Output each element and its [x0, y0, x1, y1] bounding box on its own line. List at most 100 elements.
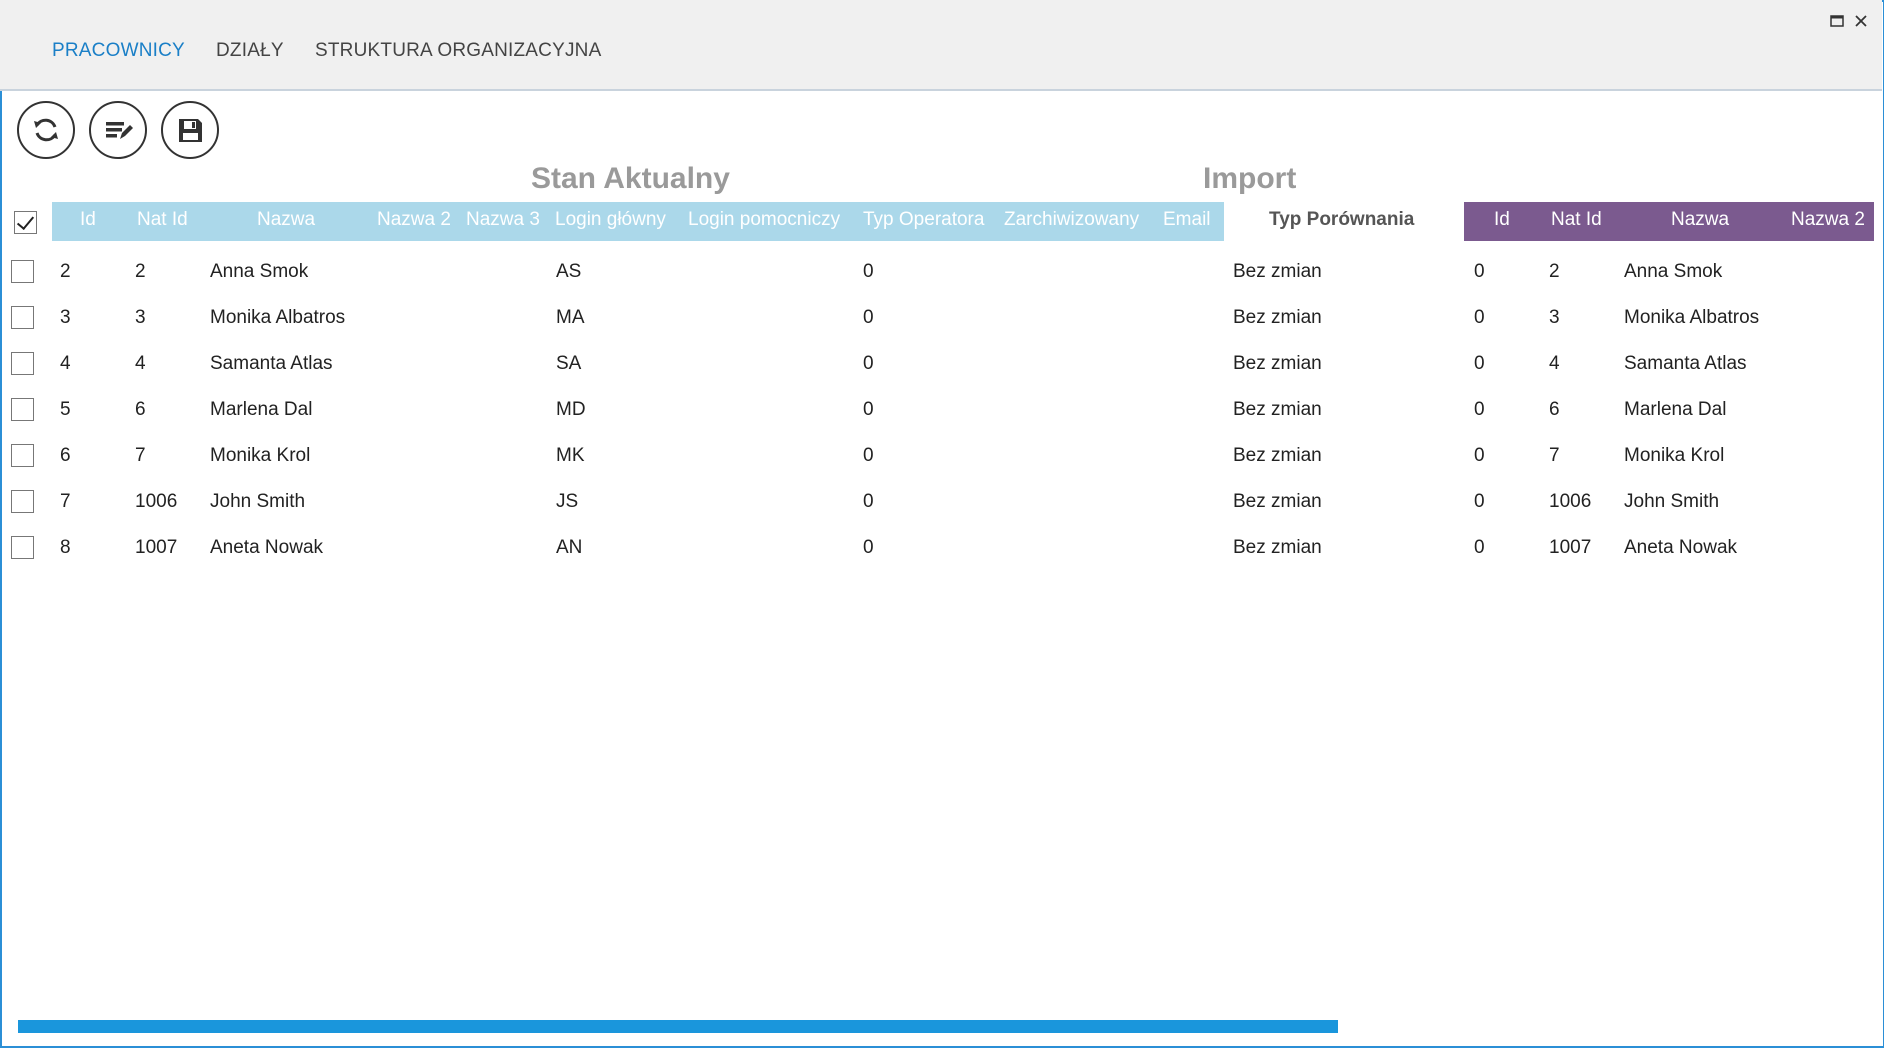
import-header-nazwa[interactable]: Nazwa	[1671, 209, 1729, 231]
maximize-icon[interactable]	[1830, 14, 1844, 33]
cell-id: 4	[60, 353, 71, 374]
cell-typ-operatora: 0	[863, 399, 874, 420]
cell-import-id: 0	[1474, 491, 1485, 512]
section-title-current: Stan Aktualny	[531, 162, 730, 195]
cell-nazwa: Marlena Dal	[210, 399, 313, 420]
cell-import-nat-id: 7	[1549, 445, 1560, 466]
cell-typ-operatora: 0	[863, 491, 874, 512]
cell-nazwa: Monika Albatros	[210, 307, 346, 328]
cell-login: MA	[556, 307, 585, 328]
cell-nat-id: 7	[135, 445, 146, 466]
cell-import-id: 0	[1474, 307, 1485, 328]
cell-import-nat-id: 2	[1549, 261, 1560, 282]
refresh-button[interactable]	[17, 101, 75, 159]
cell-nazwa: Samanta Atlas	[210, 353, 333, 374]
cell-id: 8	[60, 537, 71, 558]
cell-import-nazwa: Samanta Atlas	[1624, 353, 1747, 374]
cell-typ-operatora: 0	[863, 353, 874, 374]
cell-import-nazwa: Monika Krol	[1624, 445, 1725, 466]
cell-nazwa: John Smith	[210, 491, 306, 512]
cell-typ-porownania: Bez zmian	[1233, 537, 1322, 558]
cell-import-nat-id: 4	[1549, 353, 1560, 374]
cell-login: AS	[556, 261, 582, 282]
header-email[interactable]: Email	[1163, 209, 1211, 231]
cell-nat-id: 2	[135, 261, 146, 282]
cell-login: AN	[556, 537, 583, 558]
horizontal-scrollbar[interactable]	[18, 1020, 1338, 1033]
edit-list-button[interactable]	[89, 101, 147, 159]
cell-import-id: 0	[1474, 445, 1485, 466]
header-nazwa[interactable]: Nazwa	[257, 209, 315, 231]
cell-typ-operatora: 0	[863, 445, 874, 466]
cell-import-nazwa: Aneta Nowak	[1624, 537, 1738, 558]
cell-import-id: 0	[1474, 353, 1485, 374]
header-login-pomocniczy[interactable]: Login pomocniczy	[688, 209, 840, 231]
cell-id: 2	[60, 261, 71, 282]
cell-typ-operatora: 0	[863, 307, 874, 328]
cell-import-nat-id: 3	[1549, 307, 1560, 328]
cell-login: MD	[556, 399, 586, 420]
cell-import-nat-id: 1006	[1549, 491, 1592, 512]
cell-typ-porownania: Bez zmian	[1233, 261, 1322, 282]
cell-import-id: 0	[1474, 537, 1485, 558]
cell-nazwa: Monika Krol	[210, 445, 311, 466]
header-nat-id[interactable]: Nat Id	[137, 209, 188, 231]
cell-id: 5	[60, 399, 71, 420]
cell-nazwa: Aneta Nowak	[210, 537, 324, 558]
cell-nat-id: 1006	[135, 491, 178, 512]
section-title-import: Import	[1203, 162, 1297, 195]
close-icon[interactable]	[1854, 14, 1868, 33]
select-all-checkbox[interactable]	[14, 211, 37, 234]
refresh-icon	[34, 118, 58, 142]
cell-typ-operatora: 0	[863, 537, 874, 558]
cell-typ-porownania: Bez zmian	[1233, 445, 1322, 466]
cell-import-nazwa: Anna Smok	[1624, 261, 1723, 282]
cell-typ-operatora: 0	[863, 261, 874, 282]
cell-import-id: 0	[1474, 399, 1485, 420]
cell-typ-porownania: Bez zmian	[1233, 353, 1322, 374]
cell-typ-porownania: Bez zmian	[1233, 399, 1322, 420]
cell-import-nazwa: John Smith	[1624, 491, 1720, 512]
import-header-nat-id[interactable]: Nat Id	[1551, 209, 1602, 231]
row-checkbox[interactable]	[11, 444, 34, 467]
cell-login: JS	[556, 491, 579, 512]
cell-nat-id: 3	[135, 307, 146, 328]
cell-typ-porownania: Bez zmian	[1233, 491, 1322, 512]
edit-list-icon	[106, 122, 133, 139]
header-nazwa-3[interactable]: Nazwa 3	[466, 209, 540, 231]
import-header-nazwa-2[interactable]: Nazwa 2	[1791, 209, 1865, 231]
row-checkbox[interactable]	[11, 398, 34, 421]
header-nazwa-2[interactable]: Nazwa 2	[377, 209, 451, 231]
cell-typ-porownania: Bez zmian	[1233, 307, 1322, 328]
cell-import-nat-id: 1007	[1549, 537, 1592, 558]
tab-pracownicy[interactable]: PRACOWNICY	[52, 40, 185, 62]
cell-import-id: 0	[1474, 261, 1485, 282]
tab-dzialy[interactable]: DZIAŁY	[216, 40, 284, 62]
row-checkbox[interactable]	[11, 490, 34, 513]
header-zarchiwizowany[interactable]: Zarchiwizowany	[1004, 209, 1139, 231]
cell-nat-id: 6	[135, 399, 146, 420]
header-typ-porownania[interactable]: Typ Porównania	[1269, 209, 1414, 231]
cell-login: SA	[556, 353, 582, 374]
row-checkbox[interactable]	[11, 306, 34, 329]
cell-import-nazwa: Marlena Dal	[1624, 399, 1727, 420]
cell-nat-id: 4	[135, 353, 146, 374]
save-button[interactable]	[161, 101, 219, 159]
row-checkbox[interactable]	[11, 352, 34, 375]
cell-id: 7	[60, 491, 71, 512]
top-navigation-bar: PRACOWNICY DZIAŁY STRUKTURA ORGANIZACYJN…	[0, 0, 1882, 91]
cell-id: 3	[60, 307, 71, 328]
save-icon	[179, 119, 202, 142]
cell-login: MK	[556, 445, 585, 466]
header-id[interactable]: Id	[80, 209, 96, 231]
row-checkbox[interactable]	[11, 536, 34, 559]
header-login-glowny[interactable]: Login główny	[555, 209, 666, 231]
cell-nazwa: Anna Smok	[210, 261, 309, 282]
header-typ-operatora[interactable]: Typ Operatora	[863, 209, 984, 231]
row-checkbox[interactable]	[11, 260, 34, 283]
cell-import-nazwa: Monika Albatros	[1624, 307, 1760, 328]
window-frame	[0, 0, 1884, 1048]
tab-struktura-organizacyjna[interactable]: STRUKTURA ORGANIZACYJNA	[315, 40, 601, 62]
import-header-id[interactable]: Id	[1494, 209, 1510, 231]
cell-nat-id: 1007	[135, 537, 178, 558]
